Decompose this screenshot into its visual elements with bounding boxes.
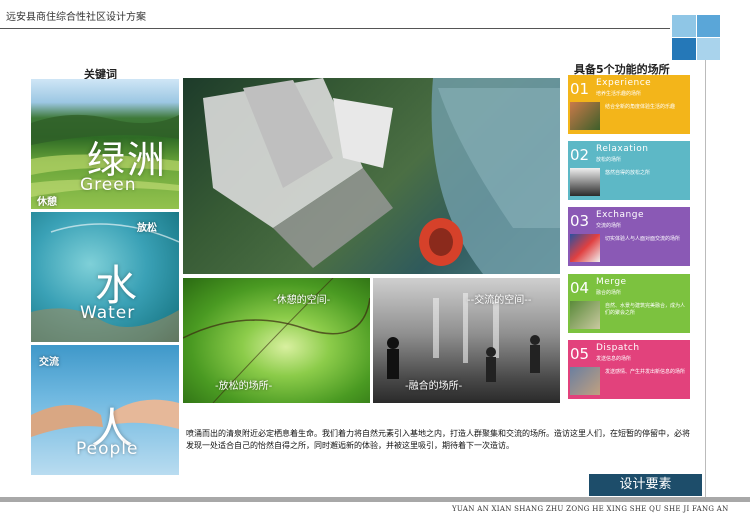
design-elements-banner: 设计要素 <box>589 474 702 496</box>
card-thumbnail <box>570 102 600 130</box>
card-thumbnail <box>570 234 600 262</box>
function-card-merge: 04 Merge 融合的场所 自然、水景与建筑完美融合，成为人们的聚会之所 <box>568 274 690 333</box>
card-description: 切实体验人与人面对面交流的场所 <box>605 236 681 242</box>
bw-photo-label-top: --交流的空间-- <box>467 295 532 306</box>
card-thumbnail <box>570 168 600 196</box>
right-vertical-rule <box>705 60 706 500</box>
card-number: 03 <box>570 212 590 230</box>
card-en-title: Merge <box>596 277 627 287</box>
keyword-panel-green: 绿洲 Green 休憩 <box>31 79 179 209</box>
function-card-dispatch: 05 Dispatch 发送信息的场所 发送感情、产生并发出新信息的场所 <box>568 340 690 399</box>
card-description: 发送感情、产生并发出新信息的场所 <box>605 369 686 375</box>
card-number: 05 <box>570 345 590 363</box>
keyword-en-people: People <box>76 439 139 459</box>
card-en-title: Dispatch <box>596 343 640 353</box>
keyword-panel-water: 水 Water 放松 <box>31 212 179 342</box>
card-en-title: Experience <box>596 78 652 88</box>
keyword-en-green: Green <box>80 175 137 195</box>
function-card-exchange: 03 Exchange 交流的场所 切实体验人与人面对面交流的场所 <box>568 207 690 266</box>
card-en-title: Relaxation <box>596 144 649 154</box>
card-number: 04 <box>570 279 590 297</box>
fountain-bw-photo: --交流的空间-- -融合的场所- <box>373 278 560 403</box>
keyword-panel-people: 人 People 交流 <box>31 345 179 475</box>
keyword-label-exchange: 交流 <box>39 357 59 368</box>
card-cn-subtitle: 发送信息的场所 <box>596 356 632 362</box>
card-description: 自然、水景与建筑完美融合，成为人们的聚会之所 <box>605 303 686 316</box>
keyword-label-rest: 休憩 <box>37 197 57 208</box>
bw-photo-label-bottom: -融合的场所- <box>405 381 463 392</box>
card-number: 01 <box>570 80 590 98</box>
card-cn-subtitle: 放松的场所 <box>596 157 622 163</box>
footer-bar <box>0 497 750 502</box>
keyword-label-relax: 放松 <box>137 223 157 234</box>
green-photo-label-top: -休憩的空间- <box>273 295 331 306</box>
card-description: 结合全新的角度体验生活的乐趣 <box>605 104 676 110</box>
document-title: 远安县商住综合性社区设计方案 <box>6 12 146 23</box>
card-thumbnail <box>570 367 600 395</box>
footer-pinyin: YUAN AN XIAN SHANG ZHU ZONG HE XING SHE … <box>452 505 729 513</box>
card-cn-subtitle: 交流的场所 <box>596 223 622 229</box>
card-number: 02 <box>570 146 590 164</box>
description-paragraph: 喷涌而出的清泉附近必定栖息着生命。我们着力将自然元素引入基地之内，打造人群聚集和… <box>186 429 690 450</box>
green-canopy-photo: -休憩的空间- -放松的场所- <box>183 278 370 403</box>
function-card-experience: 01 Experience 培养生活乐趣的场所 结合全新的角度体验生活的乐趣 <box>568 75 690 134</box>
card-thumbnail <box>570 301 600 329</box>
header-divider <box>0 28 670 29</box>
function-card-relaxation: 02 Relaxation 放松的场所 悠然自得的放松之所 <box>568 141 690 200</box>
card-en-title: Exchange <box>596 210 644 220</box>
green-photo-label-bottom: -放松的场所- <box>215 381 273 392</box>
keyword-en-water: Water <box>80 303 136 323</box>
card-cn-subtitle: 培养生活乐趣的场所 <box>596 91 642 97</box>
aerial-render-image <box>183 78 560 274</box>
card-description: 悠然自得的放松之所 <box>605 170 651 176</box>
card-cn-subtitle: 融合的场所 <box>596 290 622 296</box>
